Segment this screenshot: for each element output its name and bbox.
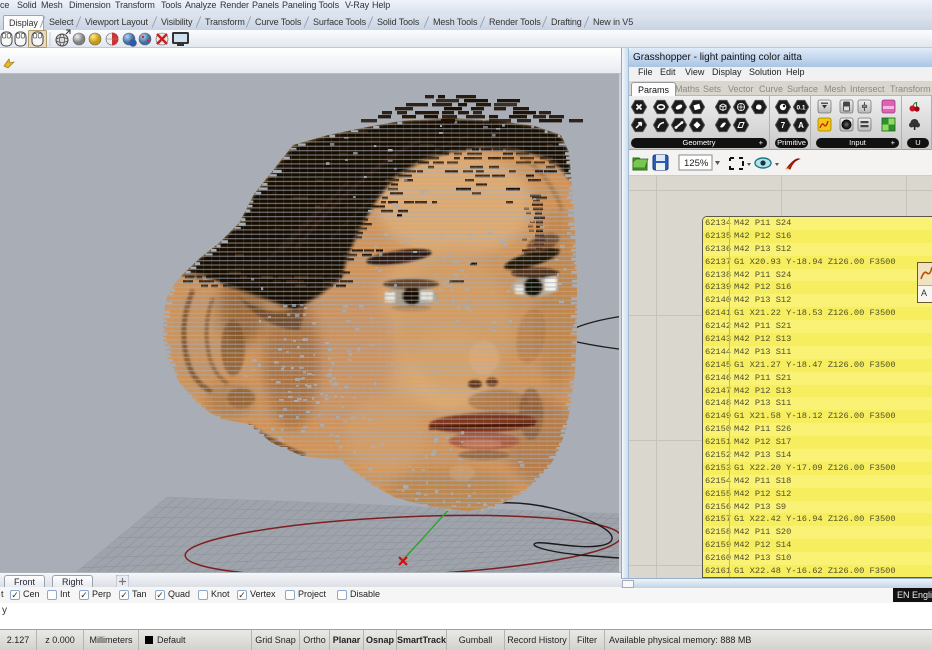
svg-text:A: A [798,121,804,130]
svg-text:0.1: 0.1 [796,105,805,112]
svg-text:125%: 125% [684,158,709,169]
svg-text:7: 7 [781,121,786,130]
